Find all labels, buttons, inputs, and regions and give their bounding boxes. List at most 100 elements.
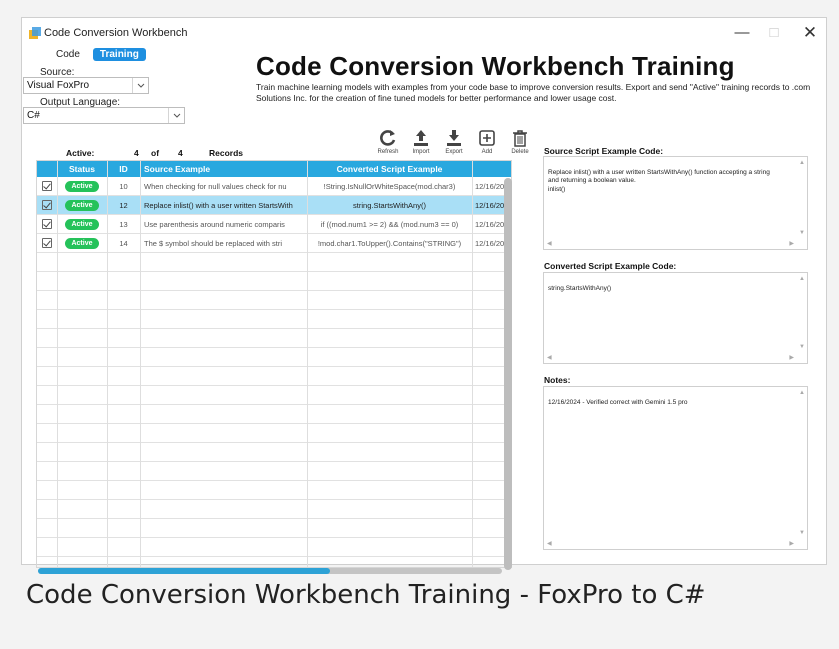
grid-header: Status ID Source Example Converted Scrip… — [37, 161, 511, 177]
source-example-cell: The $ symbol should be replaced with str… — [144, 238, 282, 248]
column-header-converted[interactable]: Converted Script Example — [307, 161, 472, 177]
close-button[interactable]: ✕ — [798, 22, 822, 44]
empty-row[interactable] — [37, 538, 511, 557]
grid-vertical-scrollbar[interactable] — [504, 178, 512, 570]
column-header-source[interactable]: Source Example — [140, 161, 307, 177]
empty-row[interactable] — [37, 253, 511, 272]
checkbox-icon — [42, 238, 52, 248]
empty-row[interactable] — [37, 500, 511, 519]
source-example-cell: Use parenthesis around numeric comparis — [144, 219, 285, 229]
delete-button[interactable]: Delete — [506, 128, 534, 155]
tab-code[interactable]: Code — [49, 48, 87, 61]
row-checkbox[interactable] — [37, 196, 57, 214]
id-cell: 14 — [119, 238, 128, 248]
id-cell: 10 — [119, 181, 128, 191]
source-script-text: Replace inlist() with a user written Sta… — [548, 168, 770, 193]
status-cell: Active — [57, 215, 107, 233]
notes-textarea[interactable]: 12/16/2024 - Verified correct with Gemin… — [543, 386, 808, 550]
table-row[interactable]: Active 12 Replace inlist() with a user wri… — [37, 196, 511, 215]
column-header-status[interactable]: Status — [57, 161, 107, 177]
empty-row[interactable] — [37, 329, 511, 348]
status-cell: Active — [57, 196, 107, 214]
chevron-down-icon — [168, 108, 184, 123]
export-icon — [447, 130, 461, 146]
empty-row[interactable] — [37, 462, 511, 481]
row-checkbox[interactable] — [37, 177, 57, 195]
id-cell: 12 — [119, 200, 128, 210]
notes-label: Notes: — [544, 375, 571, 385]
refresh-icon — [380, 130, 396, 146]
converted-example-cell: string.StartsWithAny() — [353, 200, 426, 210]
source-script-textarea[interactable]: Replace inlist() with a user written Sta… — [543, 156, 808, 250]
notes-text: 12/16/2024 - Verified correct with Gemin… — [548, 398, 688, 406]
status-badge[interactable]: Active — [65, 218, 99, 230]
status-badge[interactable]: Active — [65, 180, 99, 192]
converted-script-text: string.StartsWithAny() — [548, 284, 612, 292]
export-label: Export — [445, 149, 463, 155]
output-language-value: C# — [27, 110, 40, 121]
maximize-button[interactable]: □ — [762, 22, 786, 44]
vertical-scrollbar[interactable]: ▲ ▼ — [797, 273, 807, 363]
column-header-check[interactable] — [37, 161, 57, 177]
add-button[interactable]: Add — [473, 128, 501, 155]
grid-toolbar: Refresh Import Export Add Delete — [374, 128, 534, 155]
empty-row[interactable] — [37, 405, 511, 424]
horizontal-scrollbar[interactable]: ◀ ▶ — [544, 239, 797, 249]
checkbox-icon — [42, 200, 52, 210]
import-label: Import — [412, 149, 430, 155]
empty-row[interactable] — [37, 291, 511, 310]
column-divider — [472, 161, 473, 567]
converted-script-label: Converted Script Example Code: — [544, 261, 677, 271]
add-icon — [479, 130, 495, 146]
source-select[interactable]: Visual FoxPro — [23, 77, 149, 94]
column-header-date[interactable] — [472, 161, 511, 177]
column-divider — [307, 161, 308, 567]
grid-horizontal-scrollbar[interactable] — [38, 568, 502, 574]
converted-example-cell: if ((mod.num1 >= 2) && (mod.num3 == 0) — [320, 219, 459, 229]
converted-script-textarea[interactable]: string.StartsWithAny() ▲ ▼ ◀ ▶ — [543, 272, 808, 364]
status-badge[interactable]: Active — [65, 237, 99, 249]
checkbox-icon — [42, 219, 52, 229]
empty-row[interactable] — [37, 519, 511, 538]
import-icon — [414, 130, 428, 146]
empty-row[interactable] — [37, 310, 511, 329]
empty-row[interactable] — [37, 424, 511, 443]
horizontal-scroll-thumb[interactable] — [38, 568, 331, 574]
import-button[interactable]: Import — [407, 128, 435, 155]
minimize-button[interactable]: — — [730, 22, 754, 44]
chevron-down-icon — [132, 78, 148, 93]
vertical-scrollbar[interactable]: ▲ ▼ — [797, 387, 807, 549]
empty-row[interactable] — [37, 443, 511, 462]
delete-label: Delete — [511, 149, 529, 155]
window-title: Code Conversion Workbench — [44, 27, 188, 39]
training-records-grid[interactable]: Status ID Source Example Converted Scrip… — [36, 160, 512, 568]
records-label: Records — [209, 148, 244, 158]
horizontal-scrollbar[interactable]: ◀ ▶ — [544, 539, 797, 549]
table-row[interactable]: Active 14 The $ symbol should be replaced … — [37, 234, 511, 253]
output-language-select[interactable]: C# — [23, 107, 185, 124]
app-window: Code Conversion Workbench — □ ✕ Code Tra… — [21, 17, 827, 574]
status-badge[interactable]: Active — [65, 199, 99, 211]
table-row[interactable]: Active 10 When checking for null values ch… — [37, 177, 511, 196]
source-example-cell: When checking for null values check for … — [144, 181, 287, 191]
refresh-button[interactable]: Refresh — [374, 128, 402, 155]
row-checkbox[interactable] — [37, 234, 57, 252]
empty-row[interactable] — [37, 481, 511, 500]
export-button[interactable]: Export — [440, 128, 468, 155]
table-row[interactable]: Active 13 Use parenthesis around numeric c… — [37, 215, 511, 234]
empty-row[interactable] — [37, 367, 511, 386]
add-label: Add — [481, 149, 493, 155]
tab-training[interactable]: Training — [92, 48, 146, 61]
column-header-id[interactable]: ID — [107, 161, 140, 177]
page-title: Code Conversion Workbench Training — [256, 51, 735, 81]
vertical-scrollbar[interactable]: ▲ ▼ — [797, 157, 807, 249]
image-caption: Code Conversion Workbench Training - Fox… — [26, 580, 706, 610]
row-checkbox[interactable] — [37, 215, 57, 233]
id-cell: 13 — [119, 219, 128, 229]
of-label: of — [151, 148, 160, 158]
empty-row[interactable] — [37, 348, 511, 367]
empty-row[interactable] — [37, 386, 511, 405]
empty-row[interactable] — [37, 272, 511, 291]
column-divider — [57, 161, 58, 567]
horizontal-scrollbar[interactable]: ◀ ▶ — [544, 353, 797, 363]
